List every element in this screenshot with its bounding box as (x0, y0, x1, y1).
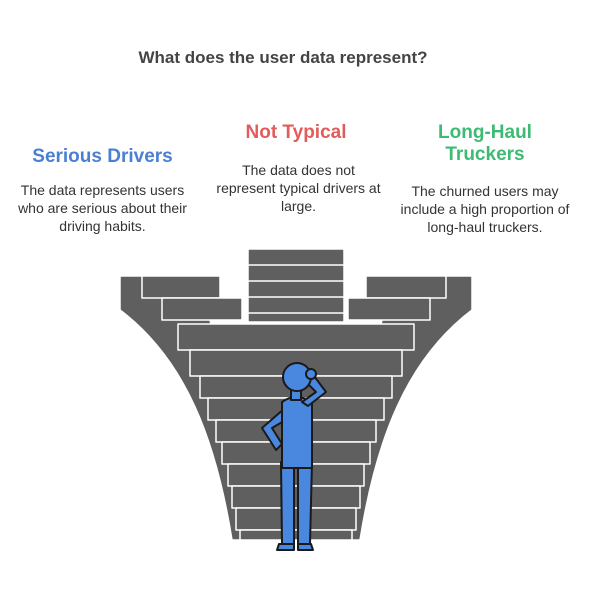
step-right-1 (365, 275, 447, 299)
step-11 (235, 507, 357, 531)
step-left-1 (141, 275, 221, 299)
step-10 (231, 485, 361, 509)
staircase-illustration (119, 248, 473, 551)
center-tower (247, 248, 345, 323)
step-left-2 (161, 297, 243, 321)
step-12 (239, 529, 353, 541)
step-right-2 (347, 297, 431, 321)
step-3 (177, 323, 415, 351)
